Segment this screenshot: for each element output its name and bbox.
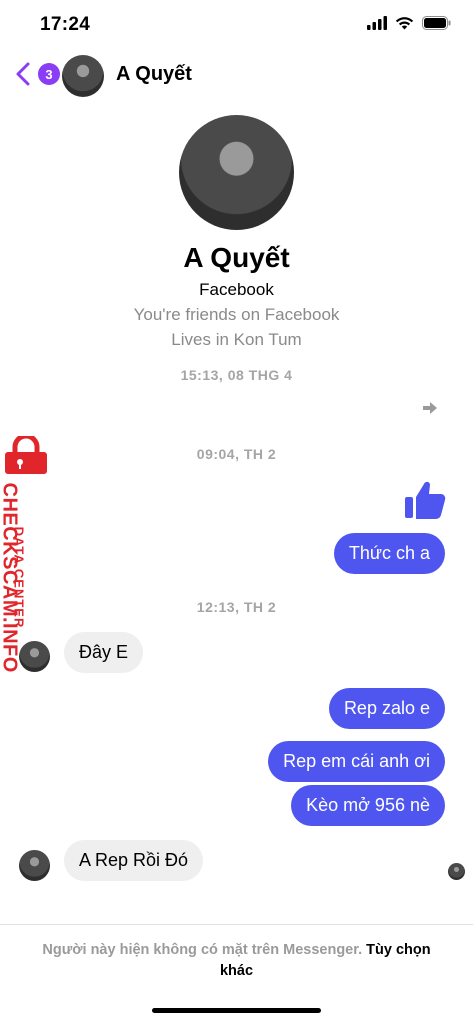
watermark-title: CHECKSCAM.INFO (0, 482, 21, 673)
forward-arrow-icon[interactable] (423, 402, 437, 414)
message-bubble-outgoing[interactable]: Thức ch a (333, 533, 445, 574)
message-bubble-outgoing[interactable]: Rep zalo e (328, 688, 445, 729)
thumbs-up-icon[interactable] (404, 478, 446, 520)
seen-avatar (448, 863, 465, 880)
profile-platform: Facebook (199, 280, 274, 299)
back-chevron-icon (16, 62, 30, 86)
profile-location: Lives in Kon Tum (171, 330, 302, 349)
message-bubble-incoming[interactable]: Đây E (64, 632, 144, 673)
wifi-icon (395, 17, 414, 30)
header-contact-name[interactable]: A Quyết (116, 63, 192, 86)
home-indicator[interactable] (152, 1008, 321, 1013)
back-button[interactable]: 3 (12, 60, 60, 88)
message-bubble-outgoing[interactable]: Kèo mở 956 nè (291, 785, 445, 826)
timestamp: 15:13, 08 THG 4 (180, 367, 293, 383)
footer-notice: Người này hiện không có mặt trên Messeng… (40, 940, 433, 982)
sender-avatar[interactable] (19, 850, 50, 881)
status-icons (367, 16, 451, 30)
timestamp: 12:13, TH 2 (196, 599, 277, 615)
status-time: 17:24 (40, 14, 91, 35)
timestamp: 09:04, TH 2 (196, 446, 277, 462)
footer-notice-text: Người này hiện không có mặt trên Messeng… (42, 942, 363, 958)
watermark: DATA CENTER CHECKSCAM.INFO (0, 480, 38, 673)
signal-icon (367, 16, 387, 30)
lock-icon (5, 436, 47, 474)
message-bubble-outgoing[interactable]: Rep em cái anh ơi (268, 741, 445, 782)
header-avatar[interactable] (62, 55, 104, 97)
profile-friends: You're friends on Facebook (133, 305, 340, 324)
message-bubble-incoming[interactable]: A Rep Rồi Đó (64, 840, 204, 881)
profile-avatar[interactable] (179, 115, 294, 230)
profile-name: A Quyết (183, 242, 290, 273)
unread-badge: 3 (38, 63, 60, 85)
footer-divider (0, 924, 473, 925)
battery-icon (422, 16, 451, 30)
